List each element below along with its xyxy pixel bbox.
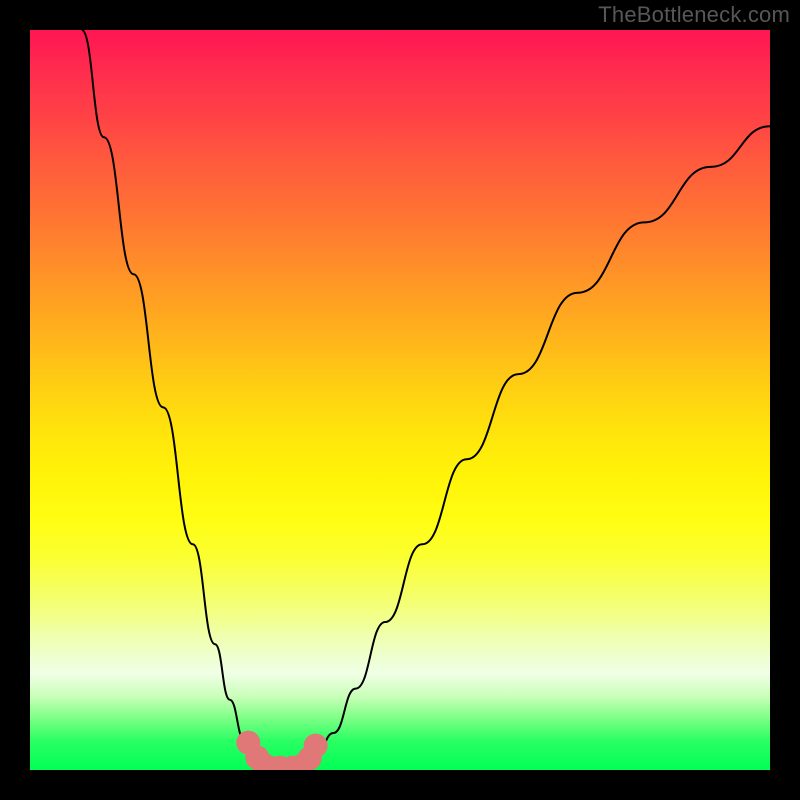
chart-plot-area: [30, 30, 770, 770]
chart-marker: [304, 734, 328, 758]
watermark-text: TheBottleneck.com: [598, 2, 790, 28]
chart-svg: [30, 30, 770, 770]
chart-line: [82, 30, 267, 766]
chart-line: [304, 126, 770, 766]
